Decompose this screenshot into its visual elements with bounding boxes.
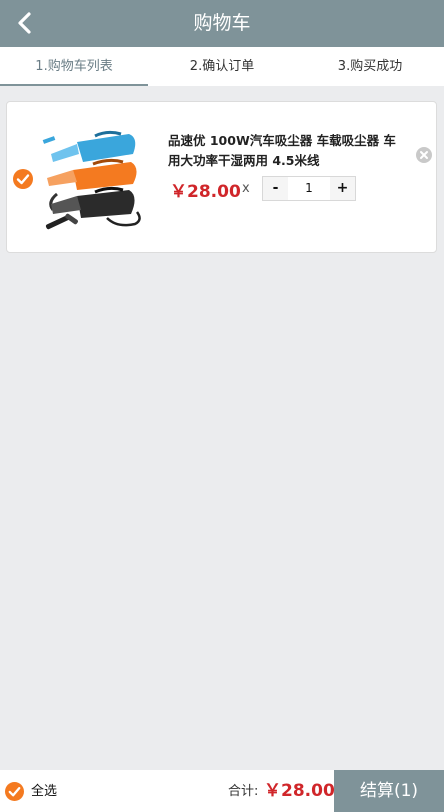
decrement-button[interactable]: - (263, 177, 288, 200)
step-cart-list: 1.购物车列表 (0, 47, 148, 86)
checkout-button[interactable]: 结算(1) (334, 770, 444, 812)
checkout-steps: 1.购物车列表 2.确认订单 3.购买成功 (0, 47, 444, 86)
product-title[interactable]: 品速优 100W汽车吸尘器 车载吸尘器 车用大功率干湿两用 4.5米线 (168, 131, 408, 171)
select-all-label[interactable]: 全选 (31, 782, 57, 801)
item-checkbox[interactable] (13, 169, 33, 189)
checkmark-icon (16, 174, 30, 185)
select-all-checkbox[interactable] (5, 782, 24, 801)
step-confirm-order: 2.确认订单 (189, 59, 255, 74)
increment-button[interactable]: + (330, 177, 355, 200)
product-price: ￥28.00 (170, 182, 241, 202)
checkmark-icon (8, 787, 21, 797)
top-bar: 购物车 (0, 0, 444, 47)
total-label: 合计: (228, 784, 259, 799)
remove-item-icon[interactable] (416, 147, 432, 163)
step-purchase-success: 3.购买成功 (337, 59, 403, 74)
total-price: ￥28.00 (264, 781, 335, 801)
page-title: 购物车 (193, 12, 251, 34)
quantity-input[interactable] (288, 177, 330, 200)
product-image[interactable] (37, 124, 145, 232)
cart-item: 品速优 100W汽车吸尘器 车载吸尘器 车用大功率干湿两用 4.5米线 ￥28.… (6, 101, 437, 253)
checkout-bar: 全选 合计: ￥28.00 结算(1) (0, 770, 444, 812)
quantity-stepper: - + (262, 176, 356, 201)
quantity-multiplier: x (242, 181, 250, 196)
